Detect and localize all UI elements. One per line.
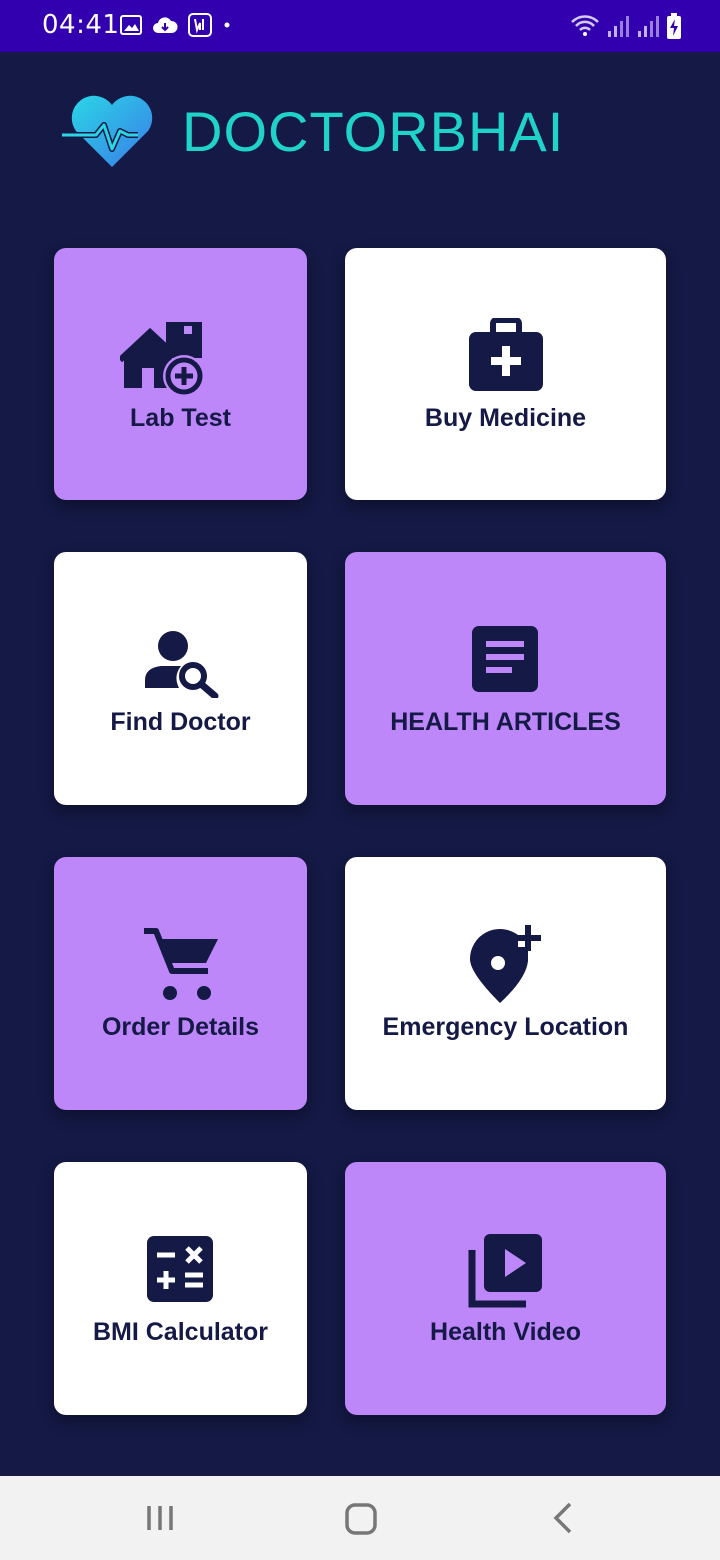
cart-icon — [143, 928, 218, 1000]
tile-label: Buy Medicine — [424, 404, 587, 432]
app-title: DOCTORBHAI — [182, 99, 565, 163]
signal-icon — [638, 16, 659, 37]
tile-buy-medicine[interactable]: Buy Medicine — [345, 248, 666, 500]
tile-label: Find Doctor — [110, 708, 251, 736]
dot-icon — [224, 22, 230, 28]
signal-icon — [608, 16, 629, 37]
status-icons-right — [570, 12, 682, 40]
tile-label: Health Video — [430, 1318, 581, 1346]
tile-health-video[interactable]: Health Video — [345, 1162, 666, 1415]
home-icon[interactable] — [344, 1498, 378, 1538]
video-library-icon — [468, 1234, 542, 1308]
article-icon — [471, 626, 538, 692]
tile-find-doctor[interactable]: Find Doctor — [54, 552, 307, 805]
tile-emergency-location[interactable]: Emergency Location — [345, 857, 666, 1110]
tile-label: HEALTH ARTICLES — [390, 708, 621, 736]
app-header: DOCTORBHAI — [56, 86, 564, 176]
wifi-icon — [571, 15, 599, 36]
tile-label: Order Details — [101, 1013, 259, 1041]
status-icons-left — [120, 13, 232, 37]
image-icon — [120, 15, 142, 35]
tile-lab-test[interactable]: Lab Test — [54, 248, 307, 500]
tile-label: Lab Test — [130, 404, 231, 432]
calculator-icon — [146, 1236, 213, 1302]
person-search-icon — [144, 631, 218, 698]
nav-bar — [0, 1476, 720, 1560]
tile-label: BMI Calculator — [92, 1318, 269, 1346]
tile-label: Emergency Location — [382, 1013, 629, 1041]
heart-pulse-icon — [62, 95, 153, 167]
tile-health-articles[interactable]: HEALTH ARTICLES — [345, 552, 666, 805]
voicemail-icon — [188, 13, 212, 37]
recents-icon[interactable] — [144, 1498, 176, 1538]
status-time: 04:41 — [42, 10, 120, 40]
tile-order-details[interactable]: Order Details — [54, 857, 307, 1110]
home-add-icon — [120, 322, 206, 397]
cloud-download-icon — [153, 17, 178, 33]
location-add-icon — [469, 925, 541, 1003]
tile-bmi-calculator[interactable]: BMI Calculator — [54, 1162, 307, 1415]
status-bar: 04:41 — [0, 0, 720, 52]
battery-charging-icon — [667, 13, 681, 39]
medical-bag-icon — [468, 318, 543, 391]
back-icon[interactable] — [550, 1498, 576, 1538]
